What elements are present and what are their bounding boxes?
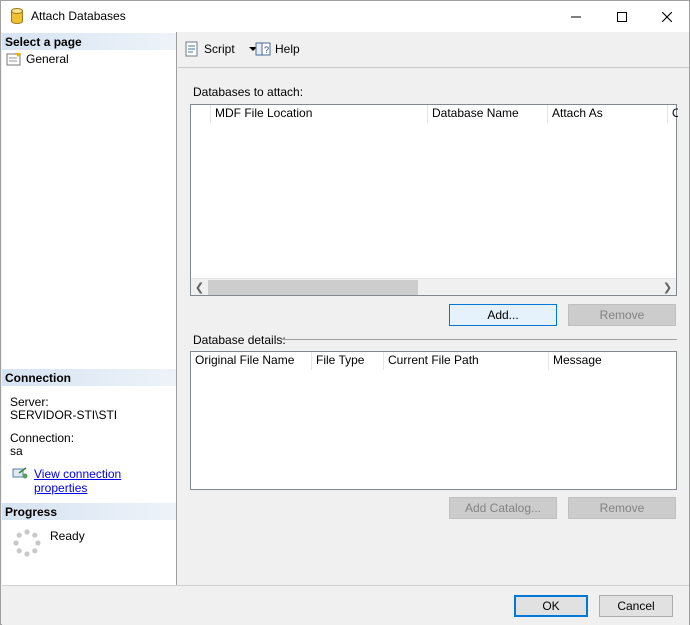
database-icon <box>11 8 23 24</box>
script-icon <box>185 41 198 57</box>
scroll-left-icon[interactable]: ❮ <box>191 279 208 296</box>
remove-database-button[interactable]: Remove <box>568 304 676 326</box>
column-attach-as[interactable]: Attach As <box>548 105 668 123</box>
database-details-divider <box>281 339 677 340</box>
row-selector-column <box>191 105 211 123</box>
left-pane: Select a page General Connection Server:… <box>2 32 177 585</box>
database-details-grid[interactable]: Original File Name File Type Current Fil… <box>190 351 677 490</box>
select-page-header: Select a page <box>2 33 176 50</box>
maximize-icon <box>617 11 627 22</box>
server-value: SERVIDOR-STI\STI <box>10 408 118 422</box>
progress-status: Ready <box>50 529 85 543</box>
scroll-right-icon[interactable]: ❯ <box>659 279 676 296</box>
connection-header: Connection <box>2 369 176 386</box>
window-title: Attach Databases <box>31 9 126 23</box>
server-label: Server: <box>10 395 49 409</box>
attach-databases-dialog: Attach Databases Select a page General C… <box>0 0 690 625</box>
connection-label: Connection: <box>10 431 75 445</box>
help-button[interactable]: ? Help <box>255 41 300 57</box>
toolbar: Script ? Help <box>178 32 689 68</box>
column-owner[interactable]: O <box>668 105 678 123</box>
title-bar: Attach Databases <box>1 1 689 32</box>
close-button[interactable] <box>644 1 690 32</box>
page-item-general[interactable]: General <box>6 52 69 66</box>
column-database-name[interactable]: Database Name <box>428 105 548 123</box>
column-mdf-file-location[interactable]: MDF File Location <box>211 105 428 123</box>
scrollbar-thumb[interactable] <box>208 280 418 295</box>
column-file-type[interactable]: File Type <box>312 352 384 370</box>
svg-text:?: ? <box>264 45 269 55</box>
maximize-button[interactable] <box>599 1 645 32</box>
cancel-button[interactable]: Cancel <box>599 595 673 617</box>
help-icon: ? <box>255 42 271 56</box>
right-pane: Databases to attach: MDF File Location D… <box>178 68 689 585</box>
add-button[interactable]: Add... <box>449 304 557 326</box>
ok-button[interactable]: OK <box>514 595 588 617</box>
minimize-button[interactable] <box>553 1 599 32</box>
connection-value: sa <box>10 444 23 458</box>
horizontal-scrollbar[interactable]: ❮ ❯ <box>191 278 676 295</box>
remove-detail-button[interactable]: Remove <box>568 497 676 519</box>
script-button[interactable]: Script <box>184 41 261 57</box>
databases-grid-header: MDF File Location Database Name Attach A… <box>191 105 678 123</box>
connection-properties-icon <box>12 467 28 479</box>
close-icon <box>662 11 672 22</box>
database-details-label: Database details: <box>193 333 286 347</box>
databases-to-attach-label: Databases to attach: <box>193 85 304 99</box>
page-item-label: General <box>26 52 69 66</box>
dialog-footer: OK Cancel <box>2 585 689 625</box>
page-icon <box>6 53 21 66</box>
script-label: Script <box>204 42 235 56</box>
progress-spinner-icon <box>13 529 41 557</box>
minimize-icon <box>571 16 581 17</box>
column-original-file-name[interactable]: Original File Name <box>191 352 312 370</box>
add-catalog-button[interactable]: Add Catalog... <box>449 497 557 519</box>
details-grid-header: Original File Name File Type Current Fil… <box>191 352 674 370</box>
column-message[interactable]: Message <box>549 352 674 370</box>
databases-to-attach-grid[interactable]: MDF File Location Database Name Attach A… <box>190 104 678 296</box>
view-connection-properties-link[interactable]: View connection properties <box>34 467 176 495</box>
progress-header: Progress <box>2 503 176 520</box>
column-current-file-path[interactable]: Current File Path <box>384 352 549 370</box>
help-label: Help <box>275 42 300 56</box>
